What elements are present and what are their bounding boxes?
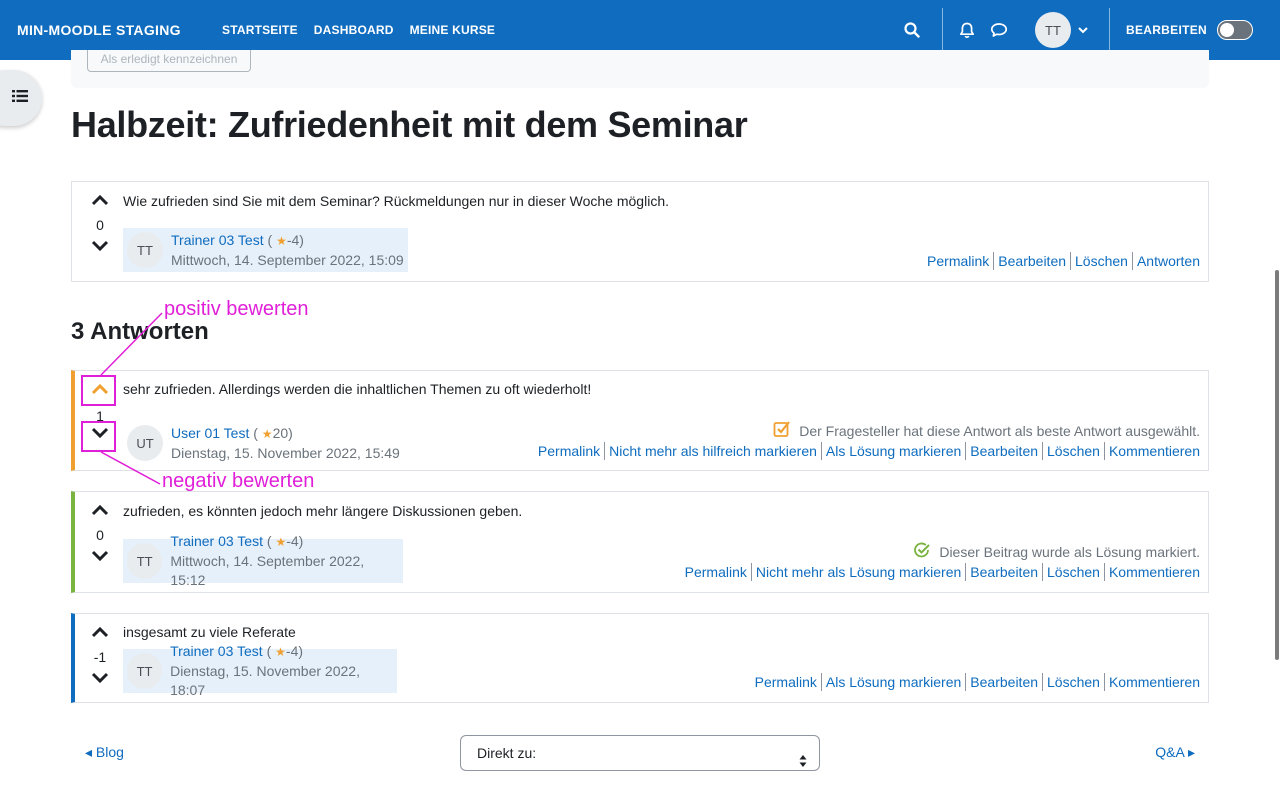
permalink-link[interactable]: Permalink: [538, 443, 600, 459]
checkbox-check-icon: [773, 420, 791, 441]
delete-link[interactable]: Löschen: [1047, 564, 1100, 580]
author-name[interactable]: Trainer 03 Test: [170, 533, 263, 549]
edit-link[interactable]: Bearbeiten: [970, 564, 1038, 580]
select-arrows-icon: [799, 746, 807, 780]
chat-icon[interactable]: [983, 14, 1015, 46]
comment-link[interactable]: Kommentieren: [1109, 564, 1200, 580]
permalink-link[interactable]: Permalink: [755, 674, 817, 690]
navbar-divider: [1108, 8, 1110, 52]
nav-link-meine-kurse[interactable]: MEINE KURSE: [410, 23, 496, 37]
author-info: TT Trainer 03 Test ( ★-4) Dienstag, 15. …: [123, 643, 397, 698]
mark-solution-link[interactable]: Als Lösung markieren: [826, 674, 961, 690]
post-actions: Permalink Nicht mehr als Lösung markiere…: [685, 563, 1200, 581]
vote-count: -1: [93, 649, 107, 665]
post-actions: Permalink Als Lösung markieren Bearbeite…: [755, 673, 1200, 691]
post-actions: Permalink Nicht mehr als hilfreich marki…: [538, 442, 1200, 460]
bell-icon[interactable]: [951, 14, 983, 46]
post-date: Dienstag, 15. November 2022, 18:07: [170, 663, 360, 698]
mark-solution-link[interactable]: Als Lösung markieren: [826, 443, 961, 459]
reputation-points: -4): [286, 533, 304, 549]
post-text: zufrieden, es könnten jedoch mehr länger…: [123, 503, 523, 519]
delete-link[interactable]: Löschen: [1075, 253, 1128, 269]
unmark-helpful-link[interactable]: Nicht mehr als hilfreich markieren: [609, 443, 817, 459]
star-icon: ★: [275, 645, 286, 659]
downvote-annotation: negativ bewerten: [162, 470, 315, 492]
post-actions: Permalink Bearbeiten Löschen Antworten: [927, 252, 1200, 270]
user-avatar[interactable]: TT: [1034, 12, 1071, 48]
avatar[interactable]: TT: [127, 543, 163, 579]
reputation-points: -4): [285, 643, 304, 659]
comment-link[interactable]: Kommentieren: [1109, 674, 1200, 690]
solution-status: Dieser Beitrag wurde als Lösung markiert…: [913, 541, 1200, 562]
upvote-annotation: positiv bewerten: [164, 298, 309, 320]
edit-link[interactable]: Bearbeiten: [970, 443, 1038, 459]
delete-link[interactable]: Löschen: [1047, 443, 1100, 459]
edit-mode-toggle[interactable]: [1217, 20, 1253, 40]
post-text: insgesamt zu viele Referate: [123, 624, 296, 640]
author-info: TT Trainer 03 Test ( ★-4) Mittwoch, 14. …: [123, 533, 403, 588]
chevron-up-icon[interactable]: [88, 502, 112, 522]
permalink-link[interactable]: Permalink: [927, 253, 989, 269]
post-date: Mittwoch, 14. September 2022, 15:12: [170, 553, 365, 588]
next-activity-link[interactable]: Q&A ▸: [1155, 744, 1195, 761]
comment-link[interactable]: Kommentieren: [1109, 443, 1200, 459]
answer-post: 0 zufrieden, es könnten jedoch mehr läng…: [71, 491, 1209, 593]
search-icon[interactable]: [896, 14, 928, 46]
avatar[interactable]: TT: [127, 653, 163, 689]
vote-controls: -1: [88, 624, 112, 690]
vote-controls: 0: [88, 502, 112, 568]
chevron-down-icon[interactable]: [88, 670, 112, 690]
chevron-up-icon[interactable]: [88, 624, 112, 644]
answer-post: -1 insgesamt zu viele Referate TT Traine…: [71, 613, 1209, 703]
edit-link[interactable]: Bearbeiten: [998, 253, 1066, 269]
edit-link[interactable]: Bearbeiten: [970, 674, 1038, 690]
annotation-connectors: [100, 312, 163, 485]
reply-link[interactable]: Antworten: [1137, 253, 1200, 269]
permalink-link[interactable]: Permalink: [685, 564, 747, 580]
star-icon: ★: [275, 535, 287, 549]
edit-mode-label: BEARBEITEN: [1125, 23, 1207, 37]
chevron-down-icon[interactable]: [1071, 14, 1095, 46]
page-scrollbar[interactable]: [1275, 270, 1279, 660]
chevron-down-icon[interactable]: [88, 548, 112, 568]
author-name[interactable]: Trainer 03 Test: [170, 643, 263, 659]
previous-activity-link[interactable]: ◂ Blog: [85, 744, 124, 761]
unmark-solution-link[interactable]: Nicht mehr als Lösung markieren: [756, 564, 961, 580]
check-circle-icon: [913, 541, 931, 562]
vote-count: 0: [96, 527, 104, 543]
navbar-divider: [941, 8, 943, 52]
jump-to-select[interactable]: Direkt zu:: [460, 735, 820, 771]
delete-link[interactable]: Löschen: [1047, 674, 1100, 690]
best-answer-status: Der Fragesteller hat diese Antwort als b…: [773, 420, 1200, 441]
